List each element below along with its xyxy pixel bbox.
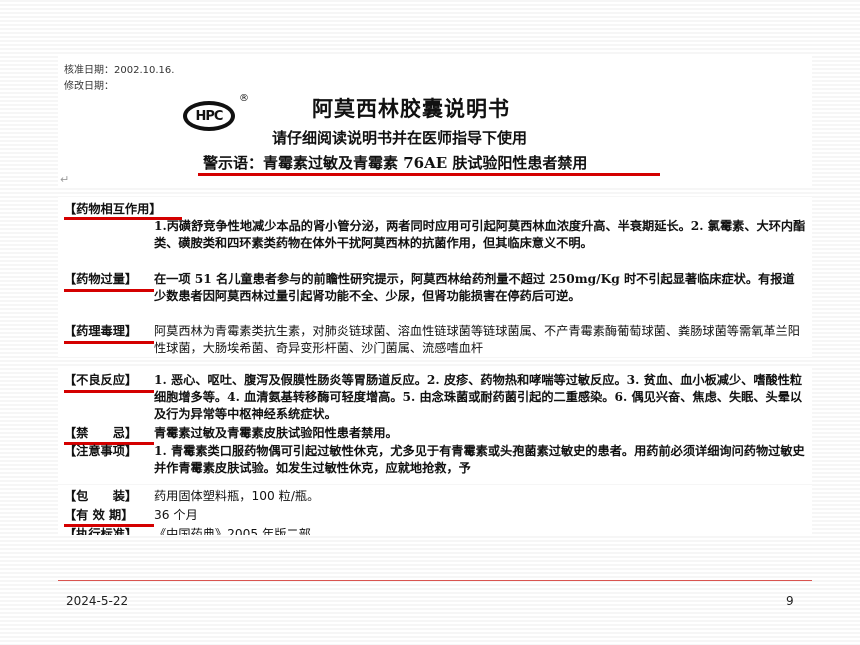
revision-date: 修改日期： <box>64 81 114 92</box>
section-packaging: 【包 装】 药用固体塑料瓶，100 粒/瓶。 <box>64 488 806 505</box>
leaflet-header-panel: 核准日期：2002.10.16. 修改日期： HPC ® 阿莫西林胶囊说明书 请… <box>58 55 812 188</box>
section-label: 【执行标准】 <box>64 527 138 535</box>
label-underline <box>64 289 154 292</box>
section-text: 1. 恶心、呕吐、腹泻及假膜性肠炎等胃肠道反应。2. 皮疹、药物热和哮喘等过敏反… <box>154 373 803 421</box>
section-text: 药用固体塑料瓶，100 粒/瓶。 <box>154 489 320 503</box>
warning-underline <box>198 173 660 176</box>
paragraph-mark: ↵ <box>60 173 70 186</box>
section-text: 青霉素过敏及青霉素皮肤试验阳性患者禁用。 <box>154 426 398 440</box>
leaflet-section-panel-1: 【药物相互作用】 1.丙磺舒竞争性地减少本品的肾小管分泌，两者同时应用可引起阿莫… <box>58 197 812 357</box>
section-text: 1.丙磺舒竞争性地减少本品的肾小管分泌，两者同时应用可引起阿莫西林血浓度升高、半… <box>154 219 806 250</box>
section-precautions: 【注意事项】 1. 青霉素类口服药物偶可引起过敏性休克，尤多见于有青霉素或头孢菌… <box>64 443 806 477</box>
leaflet-section-panel-3: 【包 装】 药用固体塑料瓶，100 粒/瓶。 【有 效 期】 36 个月 【执行… <box>58 485 812 535</box>
section-adverse-reactions: 【不良反应】 1. 恶心、呕吐、腹泻及假膜性肠炎等胃肠道反应。2. 皮疹、药物热… <box>64 372 806 423</box>
label-underline <box>64 390 154 393</box>
section-interactions: 【药物相互作用】 1.丙磺舒竞争性地减少本品的肾小管分泌，两者同时应用可引起阿莫… <box>64 201 806 252</box>
warning-text: 警示语：青霉素过敏及青霉素 76AE 肤试验阳性患者禁用 <box>203 154 588 172</box>
section-label: 【不良反应】 <box>64 373 138 387</box>
hpc-logo: HPC <box>183 101 235 131</box>
section-label: 【药物过量】 <box>64 272 138 286</box>
label-underline <box>64 217 182 220</box>
section-label: 【药物相互作用】 <box>64 202 162 216</box>
approval-date: 核准日期：2002.10.16. <box>64 65 175 76</box>
section-text: 1. 青霉素类口服药物偶可引起过敏性休克，尤多见于有青霉素或头孢菌素过敏史的患者… <box>154 444 805 475</box>
section-overdose: 【药物过量】 在一项 51 名儿童患者参与的前瞻性研究提示，阿莫西林给药剂量不超… <box>64 271 806 305</box>
section-label: 【有 效 期】 <box>64 508 134 522</box>
section-text: 阿莫西林为青霉素类抗生素，对肺炎链球菌、溶血性链球菌等链球菌属、不产青霉素酶葡萄… <box>154 324 800 355</box>
section-label: 【药理毒理】 <box>64 324 138 338</box>
leaflet-section-panel-2: 【不良反应】 1. 恶心、呕吐、腹泻及假膜性肠炎等胃肠道反应。2. 皮疹、药物热… <box>58 367 812 484</box>
section-standard: 【执行标准】 《中国药典》2005 年版二部 <box>64 526 806 535</box>
footer-date: 2024-5-22 <box>66 594 129 608</box>
registered-mark: ® <box>239 93 249 104</box>
footer-rule <box>58 580 812 581</box>
page-number: 9 <box>786 594 794 608</box>
section-label: 【包 装】 <box>64 489 138 503</box>
hpc-logo-text: HPC <box>187 105 231 127</box>
section-label: 【注意事项】 <box>64 444 138 458</box>
section-shelf-life: 【有 效 期】 36 个月 <box>64 507 806 524</box>
section-contraindications: 【禁 忌】 青霉素过敏及青霉素皮肤试验阳性患者禁用。 <box>64 425 806 442</box>
leaflet-subtitle: 请仔细阅读说明书并在医师指导下使用 <box>272 129 528 147</box>
leaflet-title: 阿莫西林胶囊说明书 <box>312 96 510 121</box>
section-label: 【禁 忌】 <box>64 426 138 440</box>
section-text: 在一项 51 名儿童患者参与的前瞻性研究提示，阿莫西林给药剂量不超过 250mg… <box>154 272 795 303</box>
label-underline <box>64 341 154 344</box>
section-text: 《中国药典》2005 年版二部 <box>154 527 311 535</box>
section-text: 36 个月 <box>154 508 198 522</box>
section-pharmacology: 【药理毒理】 阿莫西林为青霉素类抗生素，对肺炎链球菌、溶血性链球菌等链球菌属、不… <box>64 323 806 357</box>
